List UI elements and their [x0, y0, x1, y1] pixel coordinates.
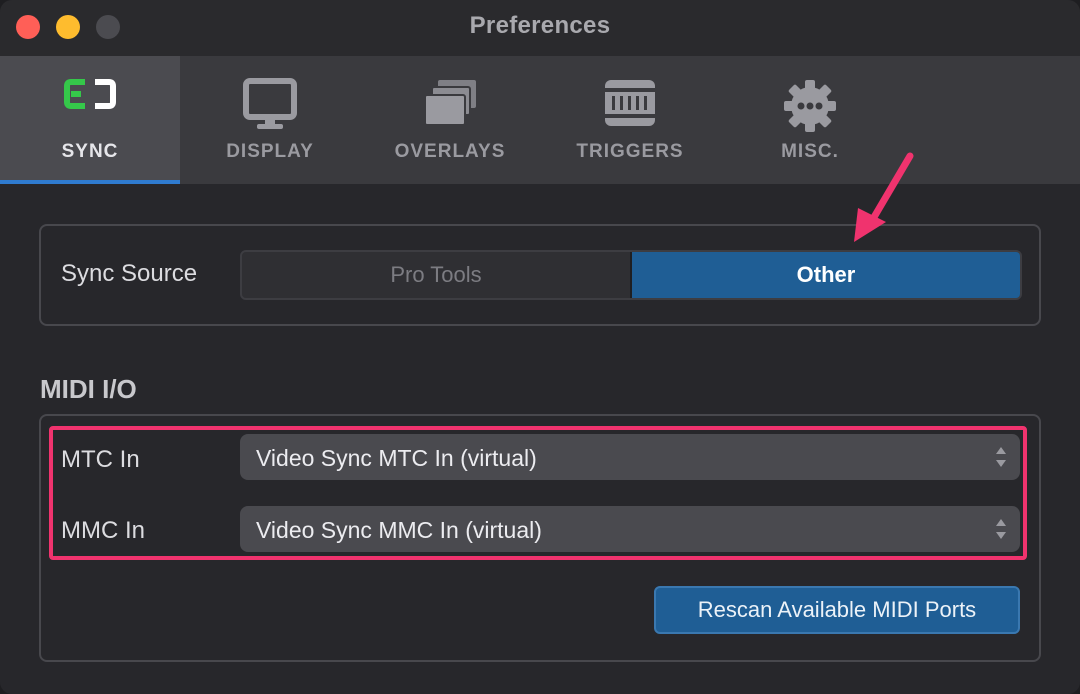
sync-pane: Sync Source Pro Tools Other MIDI I/O MTC… — [0, 184, 1080, 694]
title-bar: Preferences — [0, 0, 1080, 56]
mtc-in-select[interactable]: Video Sync MTC In (virtual) — [240, 434, 1020, 480]
tab-triggers[interactable]: TRIGGERS — [540, 56, 720, 184]
annotation-arrow-icon — [854, 152, 914, 242]
rescan-midi-ports-button[interactable]: Rescan Available MIDI Ports — [654, 586, 1020, 634]
preferences-window: Preferences SYNC DISPLAY OVERLAYS TRIGGE… — [0, 0, 1080, 694]
tab-sync[interactable]: SYNC — [0, 56, 180, 184]
select-arrows-icon — [994, 442, 1008, 477]
tab-display[interactable]: DISPLAY — [180, 56, 360, 184]
midi-io-heading: MIDI I/O — [40, 374, 137, 404]
tab-display-label: DISPLAY — [226, 141, 314, 162]
sync-icon — [63, 78, 117, 115]
mmc-in-select[interactable]: Video Sync MMC In (virtual) — [240, 506, 1020, 552]
sync-source-label: Sync Source — [61, 260, 198, 287]
window-title: Preferences — [469, 12, 611, 39]
midi-icon — [603, 78, 657, 133]
mtc-in-label: MTC In — [61, 446, 140, 473]
display-icon — [243, 78, 297, 137]
select-arrows-icon — [994, 514, 1008, 549]
mmc-in-value: Video Sync MMC In (virtual) — [256, 517, 542, 543]
mtc-in-value: Video Sync MTC In (virtual) — [256, 445, 537, 471]
sync-source-segmented-control: Pro Tools Other — [240, 250, 1022, 300]
sync-option-other[interactable]: Other — [632, 252, 1020, 298]
mmc-in-label: MMC In — [61, 517, 145, 544]
gear-icon — [782, 78, 838, 139]
tab-overlays[interactable]: OVERLAYS — [360, 56, 540, 184]
overlays-icon — [422, 78, 478, 133]
sync-option-pro-tools[interactable]: Pro Tools — [242, 252, 632, 298]
tab-overlays-label: OVERLAYS — [394, 141, 506, 162]
tab-triggers-label: TRIGGERS — [576, 141, 684, 162]
tab-sync-label: SYNC — [61, 141, 119, 162]
